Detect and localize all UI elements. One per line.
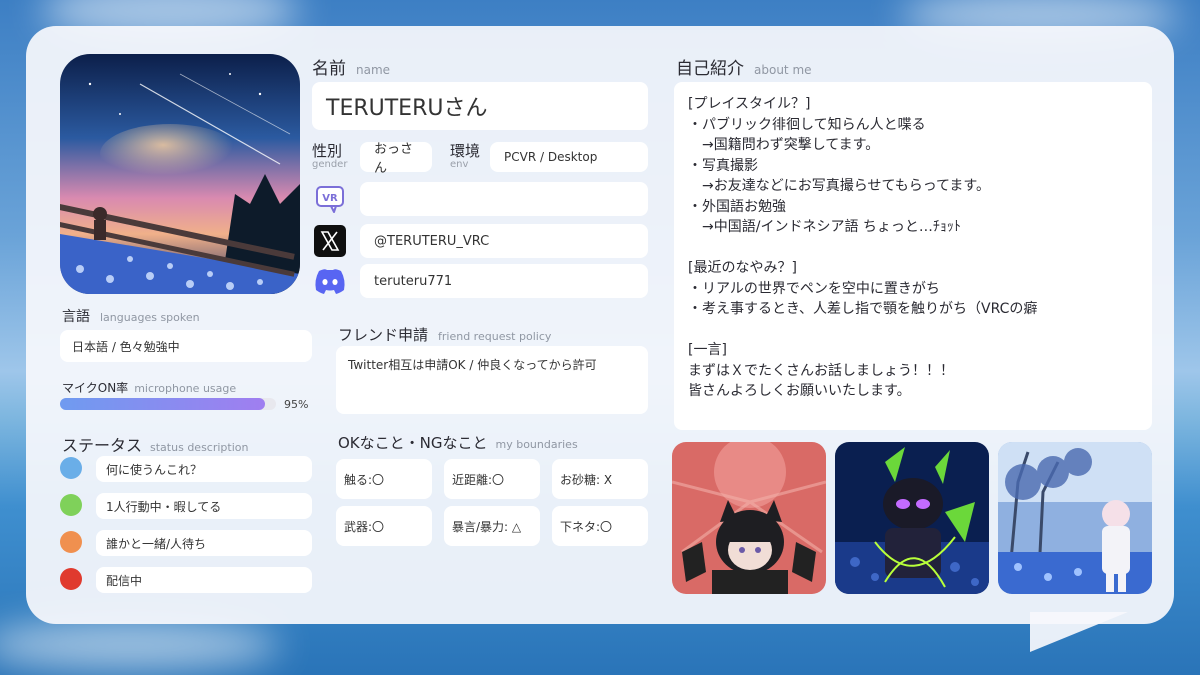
env-label-en: env: [450, 159, 469, 170]
about-line: まずはＸでたくさんお話しましょう！！！: [688, 362, 954, 379]
name-label-en: name: [356, 63, 391, 77]
languages-label: 言語: [62, 309, 90, 325]
photo-avatar-garden: [998, 442, 1152, 594]
boundaries-label: OKなこと・NGなこと: [338, 434, 488, 452]
boundary-item-text: 暴言/暴力: △: [452, 519, 522, 534]
about-line: [688, 320, 1138, 341]
status-color-dot: [60, 457, 82, 479]
status-label: ステータス: [62, 436, 143, 455]
x-handle-value: @TERUTERU_VRC: [374, 233, 490, 249]
status-item: 1人行動中・暇してる: [96, 493, 312, 519]
gender-label: 性別: [312, 142, 343, 160]
background-cloud: [0, 620, 280, 670]
languages-value: 日本語 / 色々勉強中: [72, 339, 180, 354]
gender-heading: 性別 gender: [312, 142, 347, 170]
languages-heading: 言語 languages spoken: [62, 306, 200, 326]
about-line: ・パブリック徘徊して知らん人と喋る: [688, 116, 926, 133]
avatar-artwork: [60, 54, 300, 294]
vrchat-field: [360, 182, 648, 216]
boundary-item: 暴言/暴力: △: [444, 506, 540, 546]
about-line: 皆さんよろしくお願いいたします。: [688, 383, 911, 399]
languages-label-en: languages spoken: [100, 311, 200, 324]
mic-usage-percent: 95%: [284, 398, 309, 411]
discord-field: teruteru771: [360, 264, 648, 298]
about-text: [プレイスタイル？] ・パブリック徘徊して知らん人と喋る →国籍問わず突撃してます…: [688, 94, 1138, 402]
boundaries-heading: OKなこと・NGなこと my boundaries: [338, 432, 578, 453]
env-heading: 環境 env: [450, 142, 480, 170]
boundary-item: お砂糖: X: [552, 459, 648, 499]
status-heading: ステータス status description: [62, 432, 248, 456]
name-label: 名前: [312, 59, 346, 79]
gender-label-en: gender: [312, 159, 348, 170]
mic-usage-fill: [60, 398, 266, 410]
boundary-item-text: 近距離:〇: [452, 472, 505, 487]
status-item-text: 1人行動中・暇してる: [106, 499, 222, 514]
boundary-item: 近距離:〇: [444, 459, 540, 499]
friend-label: フレンド申請: [338, 326, 429, 344]
boundary-item: 武器:〇: [336, 506, 432, 546]
boundary-item-text: 武器:〇: [344, 519, 385, 534]
about-line: ・考え事するとき、人差し指で顎を触りがち（VRCの癖: [688, 301, 1038, 317]
mic-label-en: microphone usage: [134, 382, 237, 395]
about-line: →国籍問わず突撃してます。: [688, 137, 880, 153]
about-line: [最近のなやみ？]: [688, 260, 797, 276]
name-value: TERUTERUさん: [326, 96, 488, 121]
photo-avatar-cat-ears: [672, 442, 826, 594]
env-field: PCVR / Desktop: [490, 142, 648, 172]
x-logo-icon: [313, 224, 347, 258]
speech-bubble-tail: [1030, 612, 1128, 652]
gender-field: おっさん: [360, 142, 432, 176]
status-item: 何に使うんこれ？: [96, 456, 312, 482]
status-item-text: 何に使うんこれ？: [106, 462, 203, 477]
boundary-item-text: 触る:〇: [344, 472, 385, 487]
boundary-item-text: お砂糖: X: [560, 472, 613, 487]
about-line: ・外国語お勉強: [688, 198, 786, 215]
about-line: →中国語/インドネシア語 ちょっと…ﾁｮｯﾄ: [688, 219, 961, 235]
about-line: [688, 238, 1138, 259]
x-handle-field: @TERUTERU_VRC: [360, 224, 648, 258]
status-color-dot: [60, 494, 82, 516]
name-field: TERUTERUさん: [312, 82, 648, 130]
about-line: [プレイスタイル？]: [688, 96, 811, 112]
status-label-en: status description: [150, 441, 249, 454]
discord-icon: [313, 264, 347, 298]
boundary-item: 下ネタ:〇: [552, 506, 648, 546]
status-item-text: 誰かと一緒/人待ち: [106, 536, 207, 551]
discord-value: teruteru771: [374, 273, 453, 289]
env-value: PCVR / Desktop: [504, 150, 598, 164]
photo-avatar-armor: [835, 442, 989, 594]
friend-policy-field: Twitter相互は申請OK / 仲良くなってから許可: [336, 346, 648, 414]
status-color-dot: [60, 531, 82, 553]
status-item: 誰かと一緒/人待ち: [96, 530, 312, 556]
about-label: 自己紹介: [676, 59, 744, 79]
about-line: →お友達などにお写真撮らせてもらってます。: [688, 178, 990, 194]
friend-heading: フレンド申請 friend request policy: [338, 324, 551, 345]
about-line: ・写真撮影: [688, 157, 758, 174]
gender-value: おっさん: [374, 142, 414, 176]
svg-text:VR: VR: [322, 193, 338, 204]
about-heading: 自己紹介 about me: [676, 54, 812, 79]
languages-field: 日本語 / 色々勉強中: [60, 330, 312, 362]
friend-label-en: friend request policy: [438, 330, 552, 343]
about-label-en: about me: [754, 63, 812, 77]
vrchat-icon: VR: [313, 182, 347, 216]
status-color-dot: [60, 568, 82, 590]
about-text-box: [プレイスタイル？] ・パブリック徘徊して知らん人と喋る →国籍問わず突撃してます…: [674, 82, 1152, 430]
boundaries-label-en: my boundaries: [495, 438, 578, 451]
friend-policy-value: Twitter相互は申請OK / 仲良くなってから許可: [348, 358, 597, 372]
status-item: 配信中: [96, 567, 312, 593]
about-line: ・リアルの世界でペンを空中に置きがち: [688, 280, 940, 297]
mic-usage-track: [60, 398, 276, 410]
status-item-text: 配信中: [106, 573, 143, 588]
boundary-item-text: 下ネタ:〇: [560, 519, 613, 534]
name-heading: 名前 name: [312, 54, 390, 79]
about-line: [一言]: [688, 342, 727, 358]
mic-label: マイクON率: [62, 381, 129, 395]
env-label: 環境: [450, 142, 481, 160]
mic-heading: マイクON率 microphone usage: [62, 377, 236, 396]
boundary-item: 触る:〇: [336, 459, 432, 499]
